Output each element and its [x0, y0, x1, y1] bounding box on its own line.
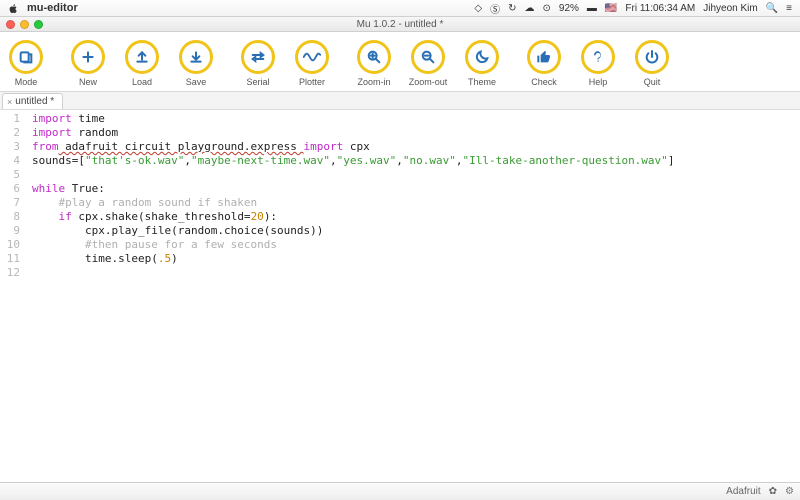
spotlight-icon[interactable]: 🔍: [766, 3, 778, 14]
tab-untitled[interactable]: × untitled *: [2, 93, 63, 109]
line-gutter: 123456789101112: [0, 110, 26, 482]
zoom-window-button[interactable]: [34, 20, 43, 29]
zoom-in-button[interactable]: Zoom-in: [354, 40, 394, 87]
zoom-in-label: Zoom-in: [357, 77, 390, 87]
menubar-status-area: ◇ Ⓢ ↻ ☁ ⊙ 92% ▬ 🇺🇸 Fri 11:06:34 AM Jihye…: [474, 1, 792, 16]
user-name[interactable]: Jihyeon Kim: [703, 3, 757, 14]
dropbox-icon[interactable]: ◇: [474, 3, 482, 14]
serial-icon: [241, 40, 275, 74]
theme-label: Theme: [468, 77, 496, 87]
close-window-button[interactable]: [6, 20, 15, 29]
upload-icon: [125, 40, 159, 74]
theme-button[interactable]: Theme: [462, 40, 502, 87]
quit-label: Quit: [644, 77, 661, 87]
macos-menubar: mu-editor ◇ Ⓢ ↻ ☁ ⊙ 92% ▬ 🇺🇸 Fri 11:06:3…: [0, 0, 800, 17]
zoom-out-button[interactable]: Zoom-out: [408, 40, 448, 87]
clock: Fri 11:06:34 AM: [625, 3, 695, 14]
window-title: Mu 1.0.2 - untitled *: [357, 19, 444, 30]
sync-icon[interactable]: ↻: [508, 3, 516, 14]
plotter-label: Plotter: [299, 77, 325, 87]
serial-button[interactable]: Serial: [238, 40, 278, 87]
zoom-out-label: Zoom-out: [409, 77, 448, 87]
status-brand: Adafruit: [726, 486, 760, 497]
plotter-icon: [295, 40, 329, 74]
tab-bar: × untitled *: [0, 92, 800, 110]
moon-icon: [465, 40, 499, 74]
help-label: Help: [589, 77, 608, 87]
mode-button[interactable]: Mode: [6, 40, 46, 87]
load-button[interactable]: Load: [122, 40, 162, 87]
check-button[interactable]: Check: [524, 40, 564, 87]
zoom-in-icon: [357, 40, 391, 74]
battery-percent: 92%: [559, 3, 579, 14]
code-editor[interactable]: 123456789101112 import time import rando…: [0, 110, 800, 482]
power-icon: [635, 40, 669, 74]
traffic-lights: [6, 20, 43, 29]
status-bar: Adafruit ✿ ⚙: [0, 482, 800, 500]
mode-label: Mode: [15, 77, 38, 87]
quit-button[interactable]: Quit: [632, 40, 672, 87]
close-tab-icon[interactable]: ×: [7, 97, 12, 107]
thumbs-up-icon: [527, 40, 561, 74]
help-button[interactable]: Help: [578, 40, 618, 87]
load-label: Load: [132, 77, 152, 87]
flag-icon[interactable]: 🇺🇸: [605, 3, 617, 14]
serial-label: Serial: [246, 77, 269, 87]
minimize-window-button[interactable]: [20, 20, 29, 29]
save-label: Save: [186, 77, 207, 87]
notification-icon[interactable]: ≡: [786, 3, 792, 14]
save-button[interactable]: Save: [176, 40, 216, 87]
new-button[interactable]: New: [68, 40, 108, 87]
wifi-icon[interactable]: ⊙: [543, 3, 551, 14]
toolbar: Mode New Load Save Serial Plotter Zoom-i…: [0, 32, 800, 92]
settings-gear-icon[interactable]: ⚙: [785, 486, 794, 497]
zoom-out-icon: [411, 40, 445, 74]
tab-label: untitled *: [15, 96, 54, 107]
app-menu-title[interactable]: mu-editor: [27, 2, 78, 14]
skype-icon[interactable]: Ⓢ: [490, 1, 500, 16]
check-label: Check: [531, 77, 557, 87]
code-content[interactable]: import time import random from adafruit …: [26, 110, 800, 482]
mode-icon: [9, 40, 43, 74]
apple-icon[interactable]: [8, 3, 19, 14]
adafruit-logo-icon: ✿: [769, 486, 777, 497]
new-label: New: [79, 77, 97, 87]
window-titlebar: Mu 1.0.2 - untitled *: [0, 17, 800, 32]
battery-icon: ▬: [587, 3, 597, 14]
question-icon: [581, 40, 615, 74]
plotter-button[interactable]: Plotter: [292, 40, 332, 87]
plus-icon: [71, 40, 105, 74]
cloud-icon[interactable]: ☁: [525, 3, 535, 14]
download-icon: [179, 40, 213, 74]
